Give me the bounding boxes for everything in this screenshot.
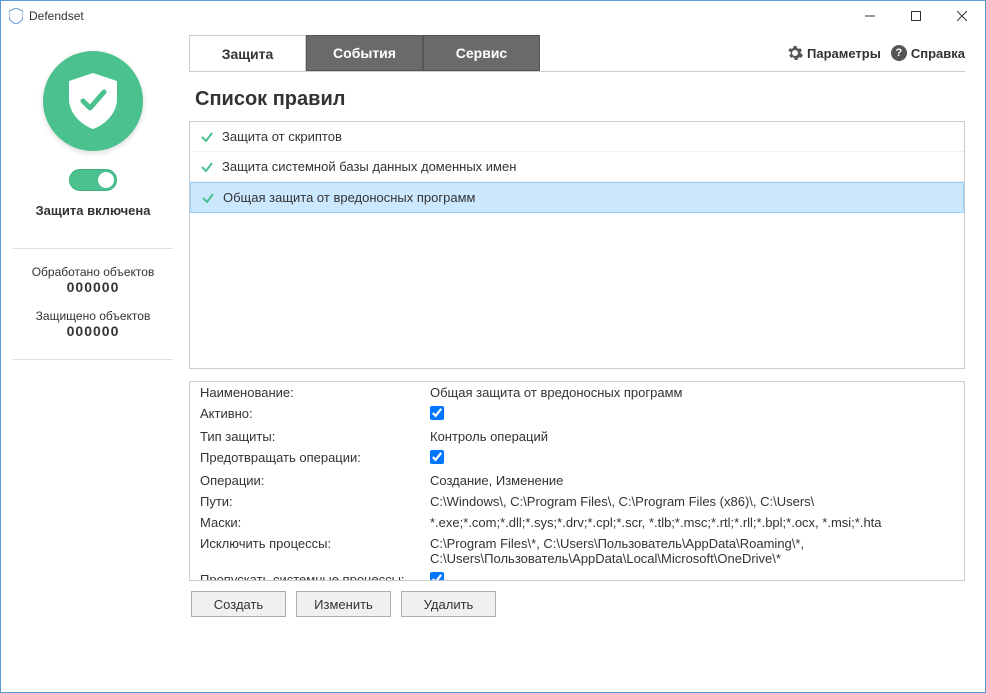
processed-label: Обработано объектов bbox=[32, 265, 155, 279]
detail-masks-label: Маски: bbox=[190, 512, 420, 533]
detail-exclude-value: C:\Program Files\*, C:\Users\Пользовател… bbox=[420, 533, 964, 569]
tab-events[interactable]: События bbox=[306, 35, 423, 71]
gear-icon bbox=[787, 45, 803, 61]
detail-ops-value: Создание, Изменение bbox=[420, 470, 964, 491]
help-link-label: Справка bbox=[911, 46, 965, 61]
settings-link[interactable]: Параметры bbox=[787, 45, 881, 61]
detail-name-label: Наименование: bbox=[190, 382, 420, 403]
settings-link-label: Параметры bbox=[807, 46, 881, 61]
check-icon bbox=[200, 130, 214, 144]
rule-label: Защита от скриптов bbox=[222, 129, 342, 144]
divider bbox=[13, 359, 173, 360]
detail-paths-label: Пути: bbox=[190, 491, 420, 512]
window-title: Defendset bbox=[29, 9, 847, 23]
rule-item[interactable]: Защита системной базы данных доменных им… bbox=[190, 152, 964, 182]
detail-prevent-checkbox[interactable] bbox=[430, 450, 444, 464]
close-button[interactable] bbox=[939, 1, 985, 31]
protected-label: Защищено объектов bbox=[36, 309, 151, 323]
detail-ops-label: Операции: bbox=[190, 470, 420, 491]
rule-details: Наименование: Общая защита от вредоносны… bbox=[189, 381, 965, 581]
protection-status-label: Защита включена bbox=[36, 203, 151, 218]
button-row: Создать Изменить Удалить bbox=[189, 591, 965, 617]
app-shield-icon bbox=[9, 8, 23, 24]
divider bbox=[13, 248, 173, 249]
status-logo bbox=[43, 51, 143, 151]
edit-button[interactable]: Изменить bbox=[296, 591, 391, 617]
detail-name-value: Общая защита от вредоносных программ bbox=[420, 382, 964, 403]
detail-active-checkbox[interactable] bbox=[430, 406, 444, 420]
detail-paths-value: C:\Windows\, C:\Program Files\, C:\Progr… bbox=[420, 491, 964, 512]
detail-masks-value: *.exe;*.com;*.dll;*.sys;*.drv;*.cpl;*.sc… bbox=[420, 512, 964, 533]
rule-item[interactable]: Защита от скриптов bbox=[190, 122, 964, 152]
detail-prevent-label: Предотвращать операции: bbox=[190, 447, 420, 470]
shield-check-icon bbox=[69, 73, 117, 129]
detail-type-value: Контроль операций bbox=[420, 426, 964, 447]
titlebar: Defendset bbox=[1, 1, 985, 31]
maximize-button[interactable] bbox=[893, 1, 939, 31]
delete-button[interactable]: Удалить bbox=[401, 591, 496, 617]
help-icon: ? bbox=[891, 45, 907, 61]
processed-value: 000000 bbox=[67, 279, 120, 295]
detail-type-label: Тип защиты: bbox=[190, 426, 420, 447]
rule-item[interactable]: Общая защита от вредоносных программ bbox=[190, 182, 964, 213]
sidebar: Защита включена Обработано объектов 0000… bbox=[1, 31, 185, 692]
help-link[interactable]: ? Справка bbox=[891, 45, 965, 61]
create-button[interactable]: Создать bbox=[191, 591, 286, 617]
detail-exclude-label: Исключить процессы: bbox=[190, 533, 420, 569]
rule-label: Защита системной базы данных доменных им… bbox=[222, 159, 516, 174]
detail-active-label: Активно: bbox=[190, 403, 420, 426]
detail-skip-checkbox[interactable] bbox=[430, 572, 444, 581]
rule-label: Общая защита от вредоносных программ bbox=[223, 190, 475, 205]
check-icon bbox=[200, 160, 214, 174]
tab-bar: Защита События Сервис Параметры ? Справк… bbox=[189, 35, 965, 71]
check-icon bbox=[201, 191, 215, 205]
rules-list: Защита от скриптов Защита системной базы… bbox=[189, 121, 965, 369]
protection-toggle[interactable] bbox=[69, 169, 117, 191]
detail-skip-label: Пропускать системные процессы: bbox=[190, 569, 420, 581]
tab-service[interactable]: Сервис bbox=[423, 35, 540, 71]
minimize-button[interactable] bbox=[847, 1, 893, 31]
section-title: Список правил bbox=[195, 88, 965, 111]
protected-value: 000000 bbox=[67, 323, 120, 339]
tab-protection[interactable]: Защита bbox=[189, 35, 306, 71]
